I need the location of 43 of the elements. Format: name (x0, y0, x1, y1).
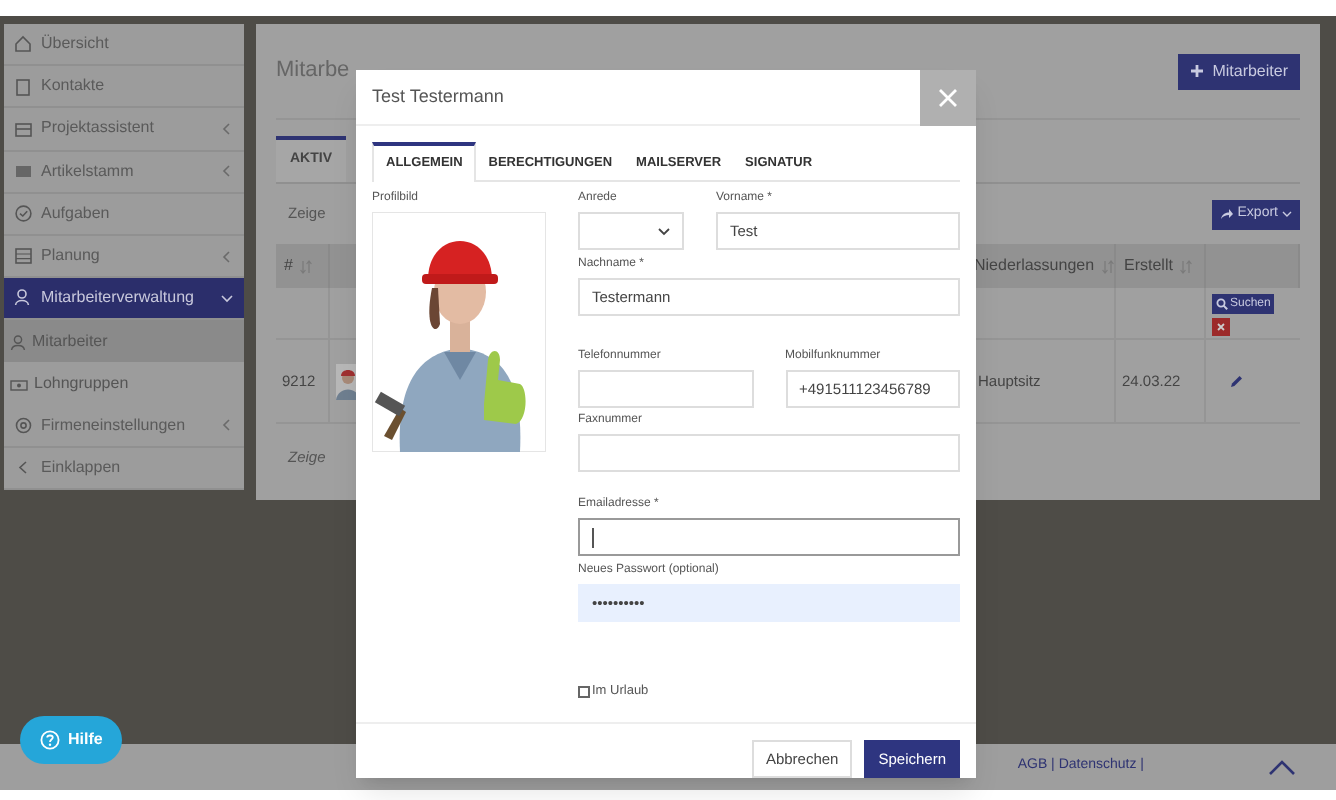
help-button[interactable]: Hilfe (20, 716, 123, 764)
sort-icon (300, 259, 313, 273)
sidebar-item[interactable]: Einklappen (4, 447, 244, 491)
inbox-icon (14, 119, 33, 139)
add-employee-button[interactable]: Mitarbeiter (1178, 53, 1300, 89)
sort-icon (1180, 259, 1193, 273)
clear-filter-button[interactable] (1212, 318, 1230, 336)
column-header[interactable]: Erstellt (1124, 254, 1173, 278)
sidebar-item[interactable]: Artikelstamm (4, 151, 244, 194)
close-button[interactable] (920, 69, 976, 125)
page-title: Mitarbe (276, 56, 350, 87)
select-field[interactable] (578, 212, 684, 250)
pencil-icon[interactable] (1230, 374, 1244, 388)
close-icon (1216, 322, 1226, 332)
check-circle-icon (14, 204, 33, 224)
sidebar-item[interactable]: Übersicht (4, 24, 244, 67)
share-icon (1219, 208, 1234, 220)
sidebar-item[interactable]: Projektassistent (4, 108, 244, 152)
modal-title: Test Testermann (370, 83, 504, 110)
chevron-up-icon (1268, 759, 1296, 775)
column-header[interactable]: # (284, 254, 293, 278)
sidebar-item[interactable]: Aufgaben (4, 193, 244, 236)
chevron-down-icon (658, 227, 670, 235)
people-icon (14, 288, 33, 308)
contact-icon (14, 77, 33, 97)
sidebar-item[interactable]: Mitarbeiterverwaltung (4, 278, 244, 321)
card-icon (14, 161, 33, 181)
calendar-icon (14, 246, 33, 266)
person-icon (10, 333, 26, 350)
money-icon (10, 377, 28, 392)
help-icon (40, 730, 60, 750)
plus-icon (1190, 64, 1205, 78)
sort-icon (1102, 259, 1115, 273)
sidebar-item[interactable]: Kontakte (4, 66, 244, 109)
input-field[interactable] (578, 518, 960, 556)
sidebar-item[interactable]: Firmeneinstellungen (4, 405, 244, 448)
column-header[interactable]: Niederlassungen (974, 254, 1095, 278)
close-icon (938, 87, 958, 107)
caret-icon (1282, 210, 1292, 218)
sidebar-subitem[interactable]: Lohngruppen (4, 362, 244, 406)
search-icon (1216, 298, 1228, 310)
gear-icon (14, 416, 33, 435)
home-icon (14, 34, 33, 54)
